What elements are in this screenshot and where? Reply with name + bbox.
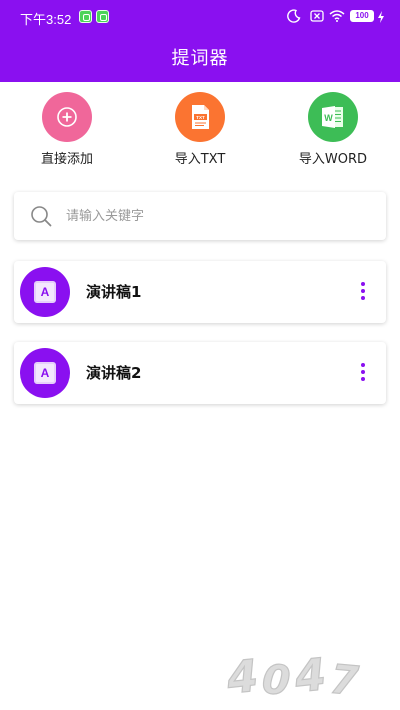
svg-text:4: 4 [224, 651, 261, 704]
import-word-button[interactable]: W 导入WORD [278, 92, 388, 167]
more-options-icon[interactable] [358, 282, 368, 302]
status-bar: 下午3:52 100 [0, 0, 400, 34]
search-input[interactable] [66, 205, 366, 227]
txt-file-icon: TXT [192, 105, 209, 129]
txt-badge-text: TXT [196, 115, 205, 120]
add-direct-label: 直接添加 [40, 152, 93, 167]
list-item[interactable]: A 演讲稿2 [14, 342, 386, 404]
search-box[interactable] [14, 192, 386, 240]
import-txt-button[interactable]: TXT 导入TXT [145, 92, 255, 167]
watermark-logo: 4 0 4 7 [223, 649, 361, 704]
list-item[interactable]: A 演讲稿1 [14, 261, 386, 323]
plus-icon [57, 107, 77, 127]
import-txt-label: 导入TXT [174, 152, 226, 167]
script-name: 演讲稿2 [86, 364, 142, 382]
script-avatar: A [20, 348, 70, 398]
document-icon: A [34, 281, 56, 303]
status-time: 下午3:52 [20, 12, 72, 27]
svg-text:0: 0 [261, 657, 292, 704]
word-file-icon: W [322, 106, 343, 128]
add-circle [42, 92, 92, 142]
moon-icon [287, 9, 301, 23]
wifi-icon [329, 10, 345, 22]
more-options-icon[interactable] [358, 363, 368, 383]
charging-icon [378, 11, 384, 23]
word-circle: W [308, 92, 358, 142]
sim-off-icon [310, 10, 324, 22]
battery-indicator: 100 [350, 10, 374, 22]
script-avatar: A [20, 267, 70, 317]
app-header: 下午3:52 100 提词器 [0, 0, 400, 82]
svg-text:7: 7 [328, 657, 360, 704]
word-badge-text: W [324, 113, 333, 123]
page-title: 提词器 [171, 48, 229, 69]
txt-circle: TXT [175, 92, 225, 142]
notification-app-icon [96, 10, 109, 23]
search-icon [31, 206, 52, 227]
notification-app-icon [79, 10, 92, 23]
add-direct-button[interactable]: 直接添加 [12, 92, 122, 167]
script-name: 演讲稿1 [86, 283, 142, 301]
document-icon: A [34, 362, 56, 384]
svg-text:4: 4 [292, 649, 329, 703]
import-word-label: 导入WORD [298, 152, 368, 167]
